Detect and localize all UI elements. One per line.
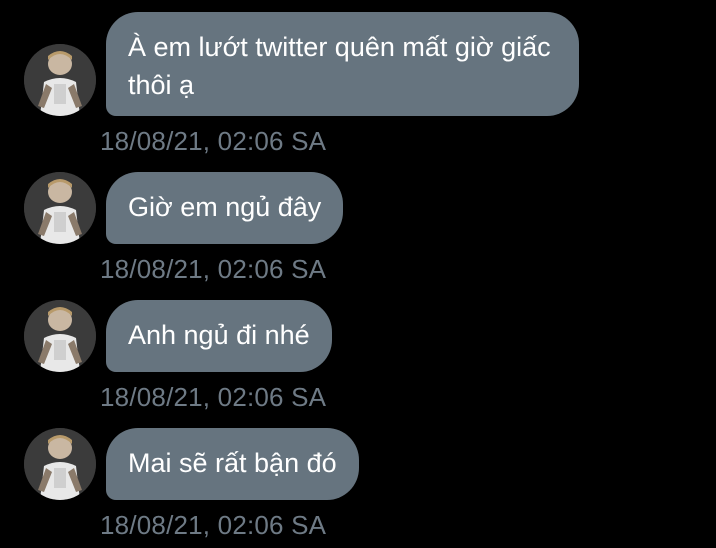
message-bubble[interactable]: Giờ em ngủ đây (106, 172, 344, 244)
user-photo-avatar-icon (24, 300, 96, 372)
user-photo-avatar-icon (24, 44, 96, 116)
sender-avatar[interactable] (24, 428, 96, 500)
sender-avatar[interactable] (24, 300, 96, 372)
user-photo-avatar-icon (24, 172, 96, 244)
message-timestamp: 18/08/21, 02:06 SA (100, 510, 327, 540)
sender-avatar[interactable] (24, 44, 96, 116)
message-timestamp: 18/08/21, 02:06 SA (100, 126, 327, 156)
message-timestamp: 18/08/21, 02:06 SA (100, 382, 327, 412)
user-photo-avatar-icon (24, 428, 96, 500)
sender-avatar[interactable] (24, 172, 96, 244)
message-bubble[interactable]: Mai sẽ rất bận đó (106, 428, 359, 500)
message-thread: À em lướt twitter quên mất giờ giấc thôi… (0, 0, 716, 548)
message-bubble[interactable]: À em lướt twitter quên mất giờ giấc thôi… (106, 12, 579, 116)
message-bubble[interactable]: Anh ngủ đi nhé (106, 300, 332, 372)
message-timestamp: 18/08/21, 02:06 SA (100, 254, 327, 284)
